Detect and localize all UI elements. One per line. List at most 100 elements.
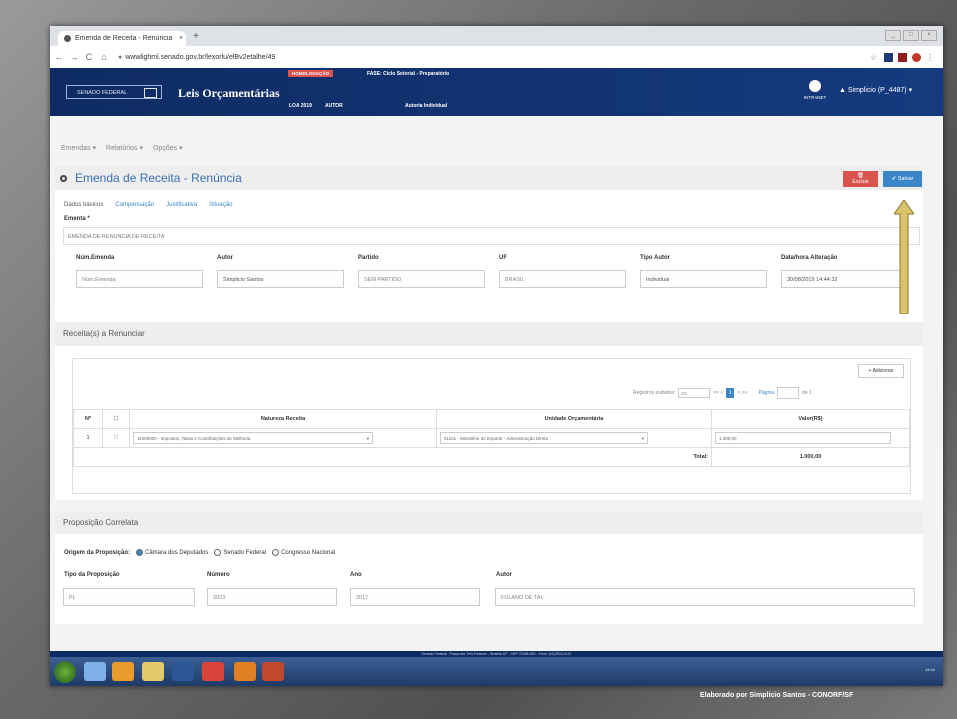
valor-input[interactable]: 1.000,00 [715, 432, 891, 444]
receitas-panel: Receita(s) a Renunciar + Adicionar Regis… [55, 322, 923, 500]
profile-icon[interactable] [912, 52, 921, 62]
tab-justificativa[interactable]: Justificativa [166, 202, 197, 208]
extension-icons: ☆ ⋮ [870, 52, 935, 62]
tipo-proposicao-label: Tipo da Proposição [64, 572, 120, 578]
intranet-label: INTRANET [803, 95, 827, 100]
ementa-field[interactable]: EMENDA DE RENUNCIA DE RECEITA [63, 227, 920, 245]
logo-text: SENADO FEDERAL [77, 90, 128, 96]
add-button[interactable]: + Adicionar [858, 364, 904, 378]
uf-label: UF [499, 255, 507, 261]
save-button[interactable]: ✔ Salvar [883, 171, 922, 187]
tipo-proposicao-field[interactable]: PL [63, 588, 195, 606]
data-alteracao-field[interactable]: 30/08/2019 14:44:32 [781, 270, 908, 288]
window-controls: _ □ × [885, 30, 937, 41]
extension-icon[interactable] [898, 52, 907, 62]
browser-tab[interactable]: Emenda de Receita - Renúncia × [58, 31, 186, 46]
close-window-button[interactable]: × [921, 30, 937, 41]
gear-icon[interactable] [60, 174, 67, 182]
user-menu[interactable]: ▲ Simplicio (P_4487) ▾ [839, 86, 912, 94]
folder-icon[interactable] [142, 662, 164, 681]
tab-strip: Emenda de Receita - Renúncia × + _ □ × [50, 26, 943, 46]
minimize-button[interactable]: _ [885, 30, 901, 41]
outlook-icon[interactable] [234, 662, 256, 681]
tab-title: Emenda de Receita - Renúncia [75, 35, 173, 42]
origem-label: Origem da Proposição: [64, 549, 131, 556]
radio-icon [272, 549, 280, 556]
autor-value: Autoria Individual [405, 103, 448, 109]
data-alteracao-label: Data/hora Alteração [781, 255, 838, 261]
chrome-icon[interactable] [202, 662, 224, 681]
natureza-select[interactable]: 11000000 - Impostos, Taxas e Contribuiçõ… [133, 432, 373, 444]
delete-button[interactable]: 🗑 Excluir [843, 171, 878, 187]
per-page-select[interactable]: 20 [678, 388, 711, 398]
maximize-button[interactable]: □ [903, 30, 919, 41]
table-header-row: Nº ☐ Natureza Receita Unidade Orçamentár… [73, 409, 910, 429]
current-page[interactable]: 1 [726, 388, 735, 398]
radio-camara[interactable]: Câmara dos Deputados [136, 549, 208, 556]
tipo-autor-field[interactable]: Individual [640, 270, 767, 288]
uf-field[interactable]: BRASIL [499, 270, 626, 288]
numero-field[interactable]: 2023 [207, 588, 337, 606]
word-icon[interactable] [172, 662, 194, 681]
table-row: 1 ☐ 11000000 - Impostos, Taxas e Contrib… [73, 428, 910, 448]
page-label: Página [758, 390, 775, 396]
prev-page-button[interactable]: << < [713, 390, 723, 396]
menu-bar: Emendas ▾ Relatórios ▾ Opções ▾ [50, 116, 943, 172]
partido-field[interactable]: SEM PARTIDO [358, 270, 485, 288]
back-button[interactable]: ← [53, 52, 65, 62]
unidade-value: 51101 - Ministério do Esporte - Administ… [444, 436, 548, 441]
num-emenda-field[interactable]: Núm.Emenda [76, 270, 203, 288]
menu-opcoes[interactable]: Opções ▾ [153, 144, 183, 152]
app-header: SENADO FEDERAL Leis Orçamentárias HOMOLO… [50, 68, 943, 116]
origem-group: Origem da Proposição: Câmara dos Deputad… [64, 549, 335, 556]
menu-relatorios[interactable]: Relatórios ▾ [106, 144, 143, 152]
col-select-all[interactable]: ☐ [102, 409, 130, 429]
row-checkbox[interactable]: ☐ [102, 428, 130, 448]
new-tab-button[interactable]: + [193, 31, 199, 42]
phase-label: FASE: Ciclo Setorial - Preparatório [367, 71, 450, 77]
clock[interactable]: 14:44 [925, 667, 935, 672]
radio-icon [136, 549, 144, 556]
autor-field[interactable]: Simplicio Santos [217, 270, 344, 288]
page-input[interactable] [777, 387, 800, 399]
taskbar: 14:44 [50, 657, 943, 686]
menu-icon[interactable]: ⋮ [926, 53, 935, 62]
ie-icon[interactable] [84, 662, 106, 681]
senado-logo[interactable]: SENADO FEDERAL [66, 85, 162, 99]
star-icon[interactable]: ☆ [870, 53, 879, 62]
radio-congresso[interactable]: Congresso Nacional [272, 549, 335, 556]
total-label: Total: [73, 447, 712, 467]
tab-situacao[interactable]: Situação [209, 202, 232, 208]
start-button[interactable] [54, 661, 76, 683]
media-icon[interactable] [112, 662, 134, 681]
pagination: Registros exibidos: 20 << < 1 > >> Págin… [633, 387, 812, 399]
row-num: 1 [73, 428, 103, 448]
slide-caption: Elaborado por Simplício Santos - CONORF/… [700, 692, 854, 699]
favicon-icon [64, 35, 71, 42]
intranet-link[interactable]: INTRANET [802, 80, 828, 100]
extension-icon[interactable] [884, 52, 893, 62]
forward-button[interactable]: → [68, 52, 80, 62]
home-button[interactable]: ⌂ [98, 52, 110, 62]
tab-dados-basicos[interactable]: Dados básicos [64, 202, 103, 208]
browser-window: Emenda de Receita - Renúncia × + _ □ × ←… [50, 26, 943, 686]
tab-compensacao[interactable]: Compensação [115, 202, 154, 208]
powerpoint-icon[interactable] [262, 662, 284, 681]
menu-emendas[interactable]: Emendas ▾ [61, 144, 96, 152]
radio-congresso-label: Congresso Nacional [281, 550, 336, 557]
close-tab-icon[interactable]: × [176, 35, 186, 42]
num-emenda-label: Núm.Emenda [76, 255, 115, 261]
url-field[interactable]: ● wwwlighml.senado.gov.br/lexorlu/elBv2et… [118, 54, 870, 61]
natureza-cell: 11000000 - Impostos, Taxas e Contribuiçõ… [129, 428, 437, 448]
radio-senado[interactable]: Senado Federal [214, 549, 266, 556]
unidade-select[interactable]: 51101 - Ministério do Esporte - Administ… [440, 432, 648, 444]
ano-field[interactable]: 2017 [350, 588, 480, 606]
col-unidade: Unidade Orçamentária [436, 409, 712, 429]
ementa-label: Ementa * [64, 216, 90, 222]
autor-prop-field[interactable]: FULANO DE TAL [495, 588, 915, 606]
col-natureza: Natureza Receita [129, 409, 437, 429]
ano-label: Ano [350, 572, 362, 578]
next-page-button[interactable]: > >> [737, 390, 747, 396]
reload-button[interactable]: C [83, 52, 95, 62]
main-menu: Emendas ▾ Relatórios ▾ Opções ▾ [61, 144, 183, 152]
